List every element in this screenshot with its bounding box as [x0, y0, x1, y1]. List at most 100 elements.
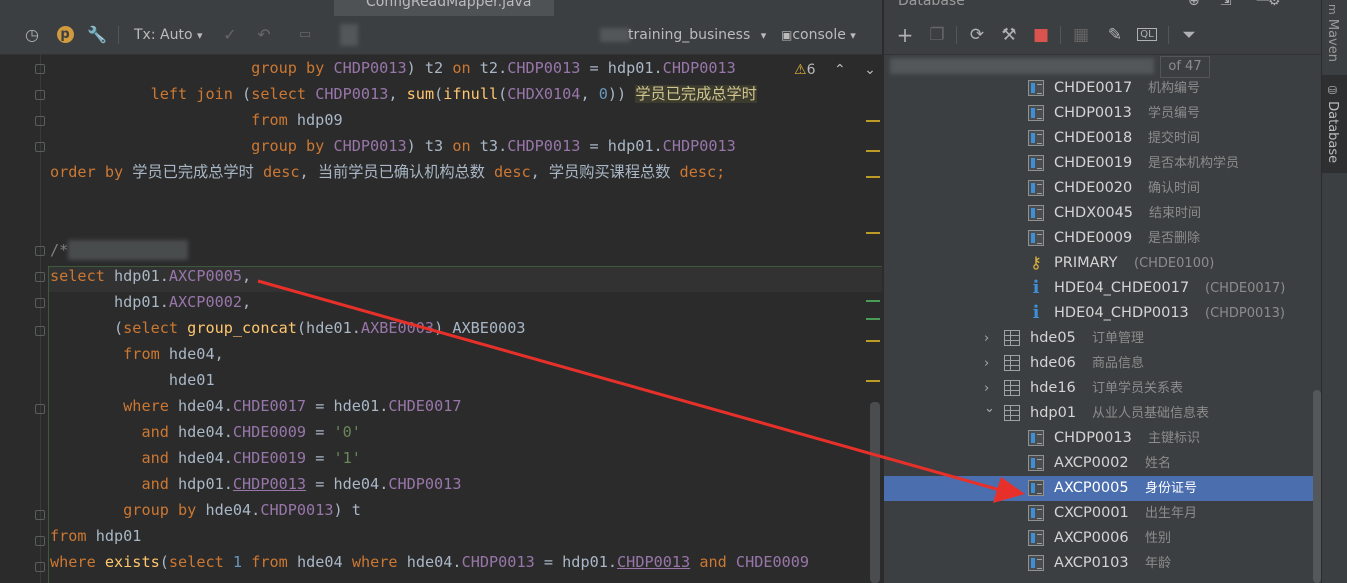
tree-node-comment: 商品信息 [1092, 356, 1145, 371]
fold-marker[interactable] [35, 404, 45, 414]
code-line[interactable]: left join (select CHDP0013, sum(ifnull(C… [50, 81, 757, 107]
fold-marker[interactable] [35, 272, 45, 282]
session-selector[interactable]: ▣console ▾ [781, 24, 856, 46]
fold-marker[interactable] [35, 116, 45, 126]
collapse-icon[interactable]: ⇲ [1220, 0, 1232, 9]
filter-icon[interactable]: ⏷ [1178, 24, 1200, 46]
code-line[interactable]: where hde04.CHDE0017 = hde01.CHDE0017 [50, 393, 461, 419]
code-line[interactable]: order by 学员已完成总学时 desc, 当前学员已确认机构总数 desc… [50, 159, 725, 185]
warning-marker[interactable] [866, 150, 880, 152]
tree-column-node[interactable]: CHDP0013 主键标识 [884, 426, 1322, 451]
code-line[interactable]: where exists(select 1 from hde04 where h… [50, 549, 809, 575]
fold-marker[interactable] [35, 536, 45, 546]
commit-icon[interactable]: ✓ [219, 24, 241, 46]
code-line[interactable]: from hdp01 [50, 523, 141, 549]
code-line[interactable]: group by CHDP0013) t2 on t2.CHDP0013 = h… [50, 55, 736, 81]
globe-icon[interactable]: ⊕ [1188, 0, 1200, 9]
query-console-icon[interactable]: QL [1136, 24, 1158, 46]
tree-table-node[interactable]: › hde06 商品信息 [884, 351, 1322, 376]
tree-column-node[interactable]: CXCP0001 出生年月 [884, 501, 1322, 526]
tree-table-node[interactable]: › hde05 订单管理 [884, 326, 1322, 351]
tree-column-node[interactable]: CHDE0017 机构编号 [884, 76, 1322, 101]
code-line[interactable]: from hde04, [50, 341, 224, 367]
code-line[interactable]: /* [50, 237, 68, 263]
fold-marker[interactable] [35, 562, 45, 572]
add-icon[interactable]: + [894, 24, 916, 46]
tree-table-node[interactable]: › hde16 订单学员关系表 [884, 376, 1322, 401]
code-token: 0 [598, 85, 608, 103]
tree-table-node[interactable]: ⌄ hdp01 从业人员基础信息表 [884, 401, 1322, 426]
table-view-icon[interactable]: ▦ [1070, 24, 1092, 46]
inspection-widget[interactable]: ⚠6 ⌃ ⌄ [794, 62, 876, 78]
copy-icon[interactable]: ❐ [926, 24, 948, 46]
tree-column-node[interactable]: AXCP0005 身份证号 [884, 476, 1322, 501]
schema-settings-icon[interactable]: ⚒ [998, 24, 1020, 46]
code-line[interactable]: hde01 [50, 367, 215, 393]
chevron-right-icon[interactable]: › [984, 326, 989, 351]
cancel-query-icon[interactable]: ▭ [294, 24, 316, 46]
plan-icon[interactable]: p [54, 24, 76, 46]
settings-wrench-icon[interactable]: 🔧 [86, 24, 108, 46]
tree-column-node[interactable]: i HDE04_CHDP0013 (CHDP0013) [884, 301, 1322, 326]
code-line[interactable]: (select group_concat(hde01.AXBE0003) AXB… [50, 315, 526, 341]
warning-marker[interactable] [866, 340, 880, 342]
fold-marker[interactable] [35, 64, 45, 74]
code-line[interactable]: and hdp01.CHDP0013 = hde04.CHDP0013 [50, 471, 461, 497]
code-line[interactable]: hdp01.AXCP0002, [50, 289, 251, 315]
code-line[interactable]: from hdp09 [50, 107, 342, 133]
refresh-icon[interactable]: ⟳ [966, 24, 988, 46]
tree-column-node[interactable]: AXCP0006 性别 [884, 526, 1322, 551]
tree-column-node[interactable]: CHDE0018 提交时间 [884, 126, 1322, 151]
chevron-down-icon[interactable]: ⌄ [984, 396, 995, 421]
tree-column-node[interactable]: CHDP0013 学员编号 [884, 101, 1322, 126]
code-token: desc [679, 163, 717, 181]
tree-column-node[interactable]: ⚷ PRIMARY (CHDE0100) [884, 251, 1322, 276]
code-line[interactable]: and hde04.CHDE0019 = '1' [50, 445, 360, 471]
database-tab[interactable]: ⛁ Database [1325, 84, 1340, 163]
change-marker[interactable] [866, 300, 880, 302]
history-icon[interactable]: ◷ [21, 24, 43, 46]
maven-tab[interactable]: m Maven [1325, 4, 1340, 62]
code-line[interactable]: select hdp01.AXCP0005, [50, 263, 251, 289]
schema-selector[interactable]: training_business ▾ [628, 24, 766, 46]
tree-column-node[interactable]: i HDE04_CHDE0017 (CHDE0017) [884, 276, 1322, 301]
tree-column-node[interactable]: CHDE0009 是否删除 [884, 226, 1322, 251]
warning-marker[interactable] [866, 232, 880, 234]
chevron-down-icon[interactable]: ⌄ [864, 62, 876, 78]
warning-marker[interactable] [866, 176, 880, 178]
fold-marker[interactable] [35, 510, 45, 520]
fold-marker[interactable] [35, 90, 45, 100]
tree-column-node[interactable]: CHDE0019 是否本机构学员 [884, 151, 1322, 176]
editor-tab-label[interactable]: ConfigReadMapper.java [366, 0, 531, 10]
editor-scrollbar[interactable] [870, 402, 880, 583]
pagination-indicator[interactable]: of 47 [1160, 56, 1210, 78]
redacted-region [600, 28, 630, 42]
edit-icon[interactable]: ✎ [1104, 24, 1126, 46]
code-line[interactable]: and hde04.CHDE0009 = '0' [50, 419, 360, 445]
stop-icon[interactable]: ■ [1030, 24, 1052, 46]
sql-editor[interactable]: ConfigReadMapper.java ◷ p 🔧 Tx: Auto ▾ ✓… [0, 0, 882, 583]
code-line[interactable]: group by CHDP0013) t3 on t3.CHDP0013 = h… [50, 133, 736, 159]
tree-scrollbar[interactable] [1313, 390, 1321, 583]
warning-marker[interactable] [866, 380, 880, 382]
code-line[interactable]: group by hde04.CHDP0013) t [50, 497, 361, 523]
warning-marker[interactable] [866, 120, 880, 122]
fold-marker[interactable] [35, 326, 45, 336]
tree-node-comment: 主键标识 [1148, 431, 1201, 446]
fold-marker[interactable] [35, 246, 45, 256]
gear-icon[interactable]: ⚙ [1268, 0, 1281, 9]
tree-column-node[interactable]: AXCP0002 姓名 [884, 451, 1322, 476]
tree-node-name: CHDE0020 [1054, 180, 1133, 196]
chevron-right-icon[interactable]: › [984, 351, 989, 376]
change-marker[interactable] [866, 318, 880, 320]
chevron-up-icon[interactable]: ⌃ [834, 62, 846, 78]
tree-column-node[interactable]: CHDX0045 结束时间 [884, 201, 1322, 226]
tree-column-node[interactable]: AXCP0103 年龄 [884, 551, 1322, 576]
tree-column-node[interactable]: CHDE0020 确认时间 [884, 176, 1322, 201]
code-token: hde04. [205, 501, 261, 519]
tx-mode-dropdown[interactable]: Tx: Auto ▾ [134, 24, 203, 46]
fold-marker[interactable] [35, 298, 45, 308]
rollback-icon[interactable]: ↶ [253, 24, 275, 46]
fold-marker[interactable] [35, 142, 45, 152]
column-icon [1028, 205, 1044, 221]
